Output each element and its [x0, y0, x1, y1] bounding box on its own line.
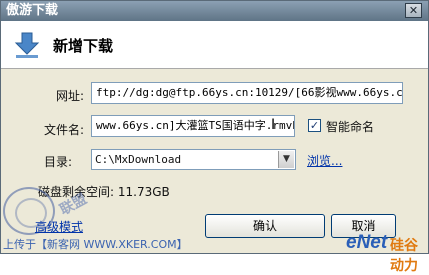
- directory-label: 目录:: [44, 155, 73, 169]
- enet-logo: eNet: [346, 232, 388, 253]
- window-title: 傲游下载: [6, 3, 59, 18]
- directory-select[interactable]: C:\MxDownload ▼: [91, 149, 296, 170]
- advanced-mode-link[interactable]: 高级模式: [35, 218, 83, 235]
- directory-value: C:\MxDownload: [95, 153, 182, 166]
- smart-naming-label: 智能命名: [326, 120, 375, 134]
- filename-label: 文件名:: [44, 123, 85, 137]
- enet-logo-cn: 硅谷动力: [390, 238, 418, 274]
- close-button[interactable]: ✕: [405, 3, 422, 18]
- title-bar[interactable]: 傲游下载 ✕: [1, 1, 428, 21]
- smart-naming-checkbox[interactable]: ✓: [308, 119, 321, 132]
- confirm-button[interactable]: 确认: [205, 214, 325, 238]
- download-arrow-icon: [14, 32, 40, 58]
- filename-input[interactable]: www.66ys.cn]大灌篮TS国语中字.rmvb: [91, 115, 295, 137]
- text-cursor-icon: I: [271, 117, 276, 133]
- download-dialog: 傲游下载 ✕ 新增下载 网址: ftp://dg:dg@ftp.66ys.cn:…: [0, 0, 429, 274]
- dialog-heading: 新增下载: [53, 37, 114, 55]
- dialog-header: 新增下载: [1, 21, 428, 69]
- upload-credit: 上传于【新客网 WWW.XKER.COM】: [3, 238, 188, 251]
- free-space-text: 磁盘剩余空间: 11.73GB: [38, 185, 170, 199]
- url-label: 网址:: [56, 89, 85, 103]
- chevron-down-icon[interactable]: ▼: [278, 151, 294, 168]
- url-input[interactable]: ftp://dg:dg@ftp.66ys.cn:10129/[66影视www.6…: [91, 82, 403, 104]
- browse-link[interactable]: 浏览...: [307, 152, 342, 169]
